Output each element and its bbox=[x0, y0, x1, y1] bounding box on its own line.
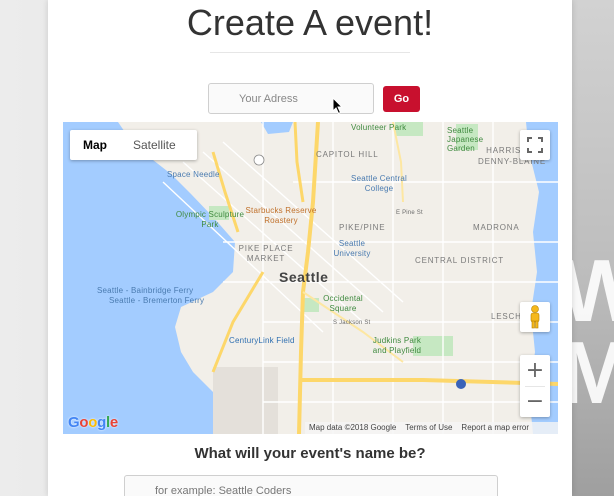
map-label-seattle-university: Seattle University bbox=[333, 239, 371, 258]
fullscreen-icon bbox=[527, 137, 543, 153]
map-label-ferry-bainbridge: Seattle - Bainbridge Ferry bbox=[97, 286, 194, 295]
map-label-capitol-hill: CAPITOL HILL bbox=[316, 150, 379, 159]
map-label-centurylink-field: CenturyLink Field bbox=[229, 336, 295, 345]
map-label-city: Seattle bbox=[279, 269, 329, 285]
map-label-judkins-park: Judkins Park and Playfield bbox=[372, 336, 422, 355]
google-logo[interactable]: Google bbox=[68, 414, 118, 431]
address-input[interactable] bbox=[208, 83, 374, 114]
main-card: Create A event! Go bbox=[48, 0, 572, 496]
map-label-space-needle: Space Needle bbox=[167, 170, 220, 179]
map-label-central-district: CENTRAL DISTRICT bbox=[415, 256, 504, 265]
event-name-input[interactable] bbox=[124, 475, 498, 496]
map-label-madrona: MADRONA bbox=[473, 223, 520, 232]
page-title: Create A event! bbox=[186, 2, 434, 43]
go-button[interactable]: Go bbox=[383, 86, 420, 112]
map-data-credit: Map data ©2018 Google bbox=[309, 423, 397, 432]
terms-of-use-link[interactable]: Terms of Use bbox=[405, 422, 452, 434]
map-label-ferry-bremerton: Seattle - Bremerton Ferry bbox=[109, 296, 205, 305]
map-label-volunteer-park: Volunteer Park bbox=[351, 123, 407, 132]
zoom-controls: + − bbox=[520, 355, 550, 417]
report-map-error-link[interactable]: Report a map error bbox=[461, 422, 529, 434]
street-view-button[interactable] bbox=[520, 302, 550, 332]
fullscreen-button[interactable] bbox=[520, 130, 550, 160]
title-divider bbox=[210, 52, 410, 53]
mouse-cursor-icon bbox=[332, 97, 344, 115]
map[interactable]: Volunteer Park Seattle Japanese Garden C… bbox=[63, 122, 558, 434]
zoom-in-button[interactable]: + bbox=[520, 355, 550, 386]
map-label-pike-pine: PIKE/PINE bbox=[339, 223, 386, 232]
map-label-occidental-square: Occidental Square bbox=[323, 294, 363, 313]
map-label-starbucks: Starbucks Reserve Roastery bbox=[245, 206, 317, 225]
map-label-s-jackson-st: S Jackson St bbox=[333, 320, 371, 326]
map-type-satellite-button[interactable]: Satellite bbox=[120, 130, 189, 160]
map-attribution: Map data ©2018 Google Terms of Use Repor… bbox=[305, 422, 558, 434]
map-label-olympic-sculpture-park: Olympic Sculpture Park bbox=[175, 210, 245, 229]
map-type-selector: Map Satellite bbox=[70, 130, 197, 160]
map-type-map-button[interactable]: Map bbox=[70, 130, 120, 160]
event-name-question: What will your event's name be? bbox=[194, 445, 426, 462]
map-label-e-pine-st: E Pine St bbox=[396, 210, 423, 216]
zoom-out-button[interactable]: − bbox=[520, 387, 550, 418]
map-label-pike-place-market: PIKE PLACE MARKET bbox=[238, 244, 294, 263]
map-label-seattle-central-college: Seattle Central College bbox=[351, 174, 407, 193]
pegman-icon bbox=[530, 305, 540, 329]
